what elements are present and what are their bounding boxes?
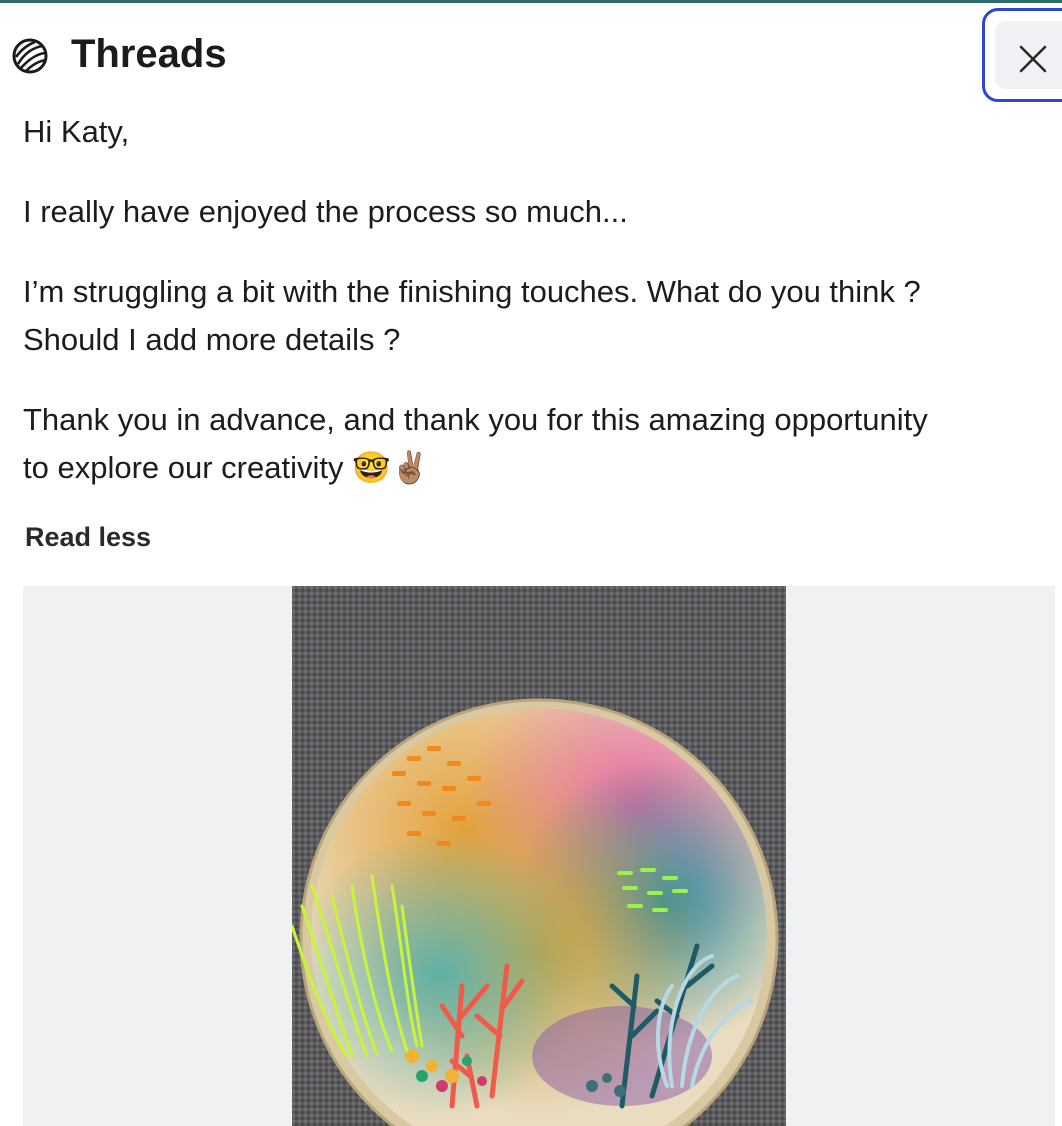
embroidery-hoop-photo[interactable] [292, 586, 786, 1126]
close-button[interactable] [982, 8, 1062, 102]
message-paragraph: I’m struggling a bit with the finishing … [23, 268, 921, 364]
message-line: Should I add more details ? [23, 322, 401, 357]
close-icon[interactable] [1018, 44, 1048, 74]
message-greeting: Hi Katy, [23, 114, 130, 149]
page-title: Threads [71, 32, 227, 76]
message-paragraph: Thank you in advance, and thank you for … [23, 396, 928, 492]
read-less-link[interactable]: Read less [25, 522, 151, 553]
image-container [23, 586, 1055, 1126]
message-line: I really have enjoyed the process so muc… [23, 194, 628, 229]
message-line: to explore our creativity [23, 450, 344, 485]
emoji-group: 🤓✌🏽 [352, 450, 430, 485]
message-line: I’m struggling a bit with the finishing … [23, 274, 921, 309]
thread-header: Threads [0, 0, 1062, 110]
message-line: Thank you in advance, and thank you for … [23, 402, 928, 437]
yarn-ball-icon [12, 38, 48, 74]
